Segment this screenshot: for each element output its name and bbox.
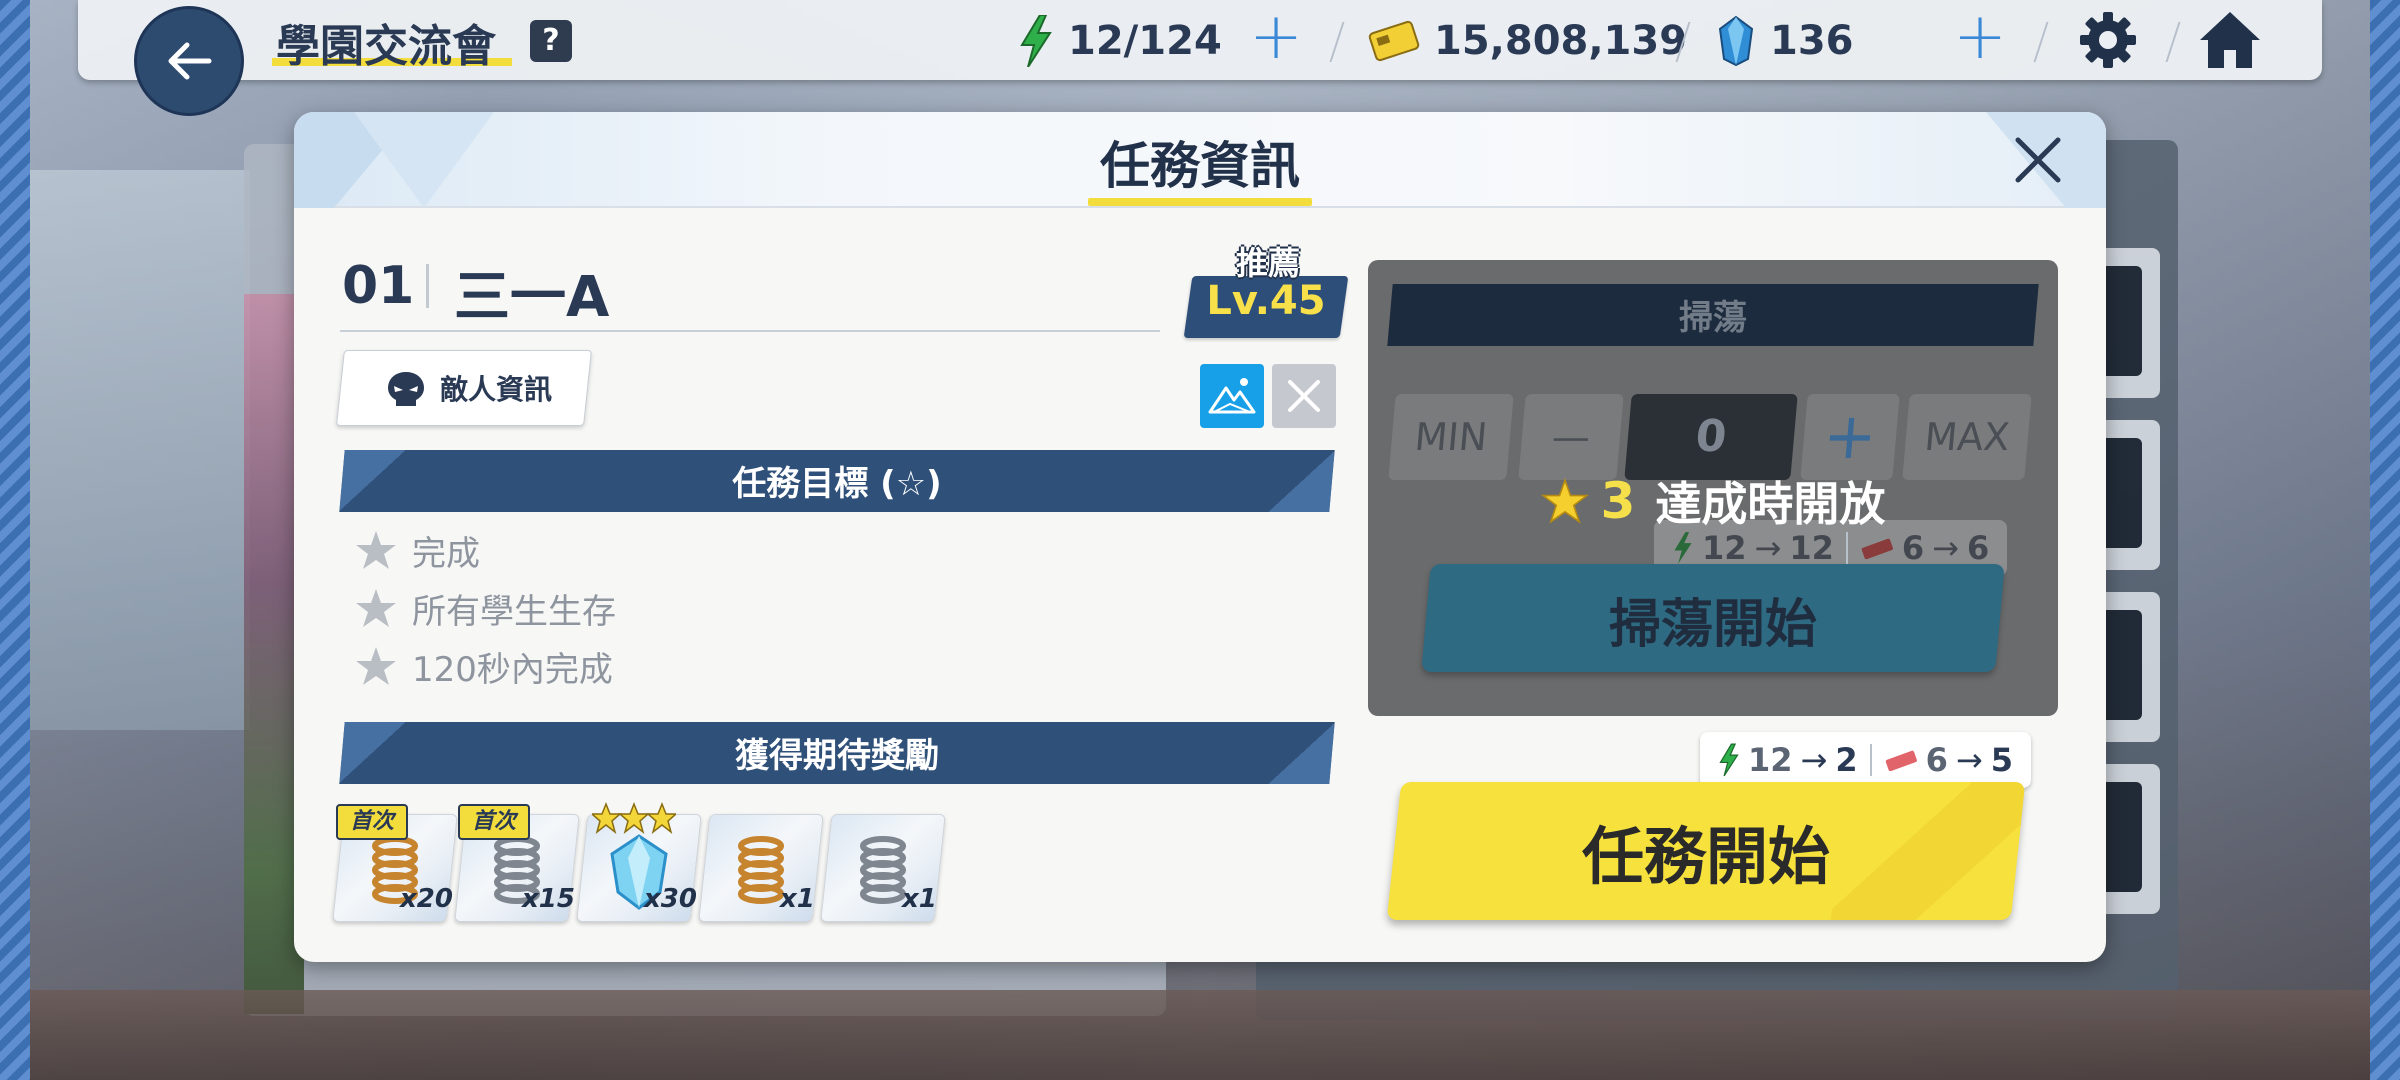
page-title: 學園交流會 [276,21,496,72]
divider-line [340,330,1160,332]
required-stars: 3 [1600,472,1636,530]
reward-quantity: x15 [522,884,575,914]
objective-label: 所有學生生存 [412,591,616,632]
star-outline-icon [356,531,396,569]
reward-quantity: x1 [780,884,815,914]
divider [426,264,429,308]
reward-quantity: x20 [400,884,453,914]
sweep-start-label: 掃蕩開始 [1608,595,1817,655]
stage-number: 01 [342,256,415,316]
enemy-skull-icon [388,372,424,406]
sweep-ticket-from: 6 [1901,529,1925,567]
lock-text: 達成時開放 [1655,477,1886,531]
arrow-icon: → [1932,529,1959,567]
home-icon[interactable] [2198,8,2262,72]
gems-resource: 136 [1716,14,1854,68]
arrow-icon: → [1800,741,1828,779]
help-icon[interactable]: ? [530,20,572,62]
ap-resource: 12/124 [1018,14,1222,68]
objective-item: 完成 [354,526,480,574]
lightning-icon [1020,15,1052,67]
back-arrow-icon [168,42,212,80]
ap-cost-from: 12 [1748,741,1793,779]
objective-item: 所有學生生存 [354,584,616,632]
mountain-map-icon [1208,378,1256,414]
reward-quantity: x1 [902,884,937,914]
reward-quantity: x30 [644,884,697,914]
ticket-cost-to: 5 [1990,741,2013,779]
first-clear-tag: 首次 [458,804,530,840]
close-icon[interactable] [2008,130,2068,190]
star-outline-icon [356,589,396,627]
sweep-ap-to: 12 [1789,529,1834,567]
background-window [0,170,250,730]
map-view-button[interactable] [1200,364,1264,428]
ap-value: 12/124 [1068,18,1222,64]
settings-gear-icon[interactable] [2076,8,2140,72]
objective-label: 120秒內完成 [412,649,613,690]
objectives-title: 任務目標 (☆) [732,464,942,504]
background-floor [0,990,2400,1080]
lightning-icon [1674,532,1692,564]
objective-label: 完成 [412,533,480,574]
sweep-title: 掃蕩 [1679,298,1747,338]
star-icon [1540,478,1589,524]
credits-resource: 15,808,139 [1368,14,1687,68]
first-clear-tag: 首次 [336,804,408,840]
ticket-cost-from: 6 [1925,741,1948,779]
recommended-level: Lv.45 [1206,278,1326,324]
mission-info-dialog: 任務資訊 01 三一A 推薦 Lv.45 敵人資訊 任務目標 (☆) 完成 所有… [294,112,2106,962]
add-ap-button[interactable]: + [1248,5,1304,69]
dialog-title: 任務資訊 [1100,137,1300,195]
objective-item: 120秒內完成 [354,642,613,690]
close-x-icon [1288,380,1320,412]
skip-toggle-button[interactable] [1272,364,1336,428]
arrow-icon: → [1754,529,1782,567]
pyroxene-gem-icon [1718,15,1754,67]
sweep-ticket-to: 6 [1966,529,1990,567]
start-mission-label: 任務開始 [1581,820,1830,893]
mission-cost-bubble: 12 → 2 6 → 5 [1700,732,2031,804]
add-gems-button[interactable]: + [1952,5,2008,69]
arrow-icon: → [1955,741,1983,779]
gems-value: 136 [1770,18,1854,64]
title-underline [1088,198,1312,206]
ticket-icon [1885,750,1917,771]
ticket-icon [1861,538,1893,559]
credit-card-icon [1368,20,1420,62]
ap-cost-to: 2 [1835,741,1858,779]
lightning-icon [1719,743,1739,777]
back-button[interactable] [134,6,244,116]
rewards-title: 獲得期待獎勵 [735,736,939,776]
sweep-ap-from: 12 [1702,529,1747,567]
credits-value: 15,808,139 [1434,18,1688,64]
enemy-info-label: 敵人資訊 [440,373,553,406]
sweep-lock-message: 3 達成時開放 [1368,468,2058,534]
stage-name: 三一A [454,265,610,330]
star-outline-icon [356,647,396,685]
background-stripe-left [0,0,30,1080]
background-stripe-right [2370,0,2400,1080]
three-star-icon [592,802,676,834]
